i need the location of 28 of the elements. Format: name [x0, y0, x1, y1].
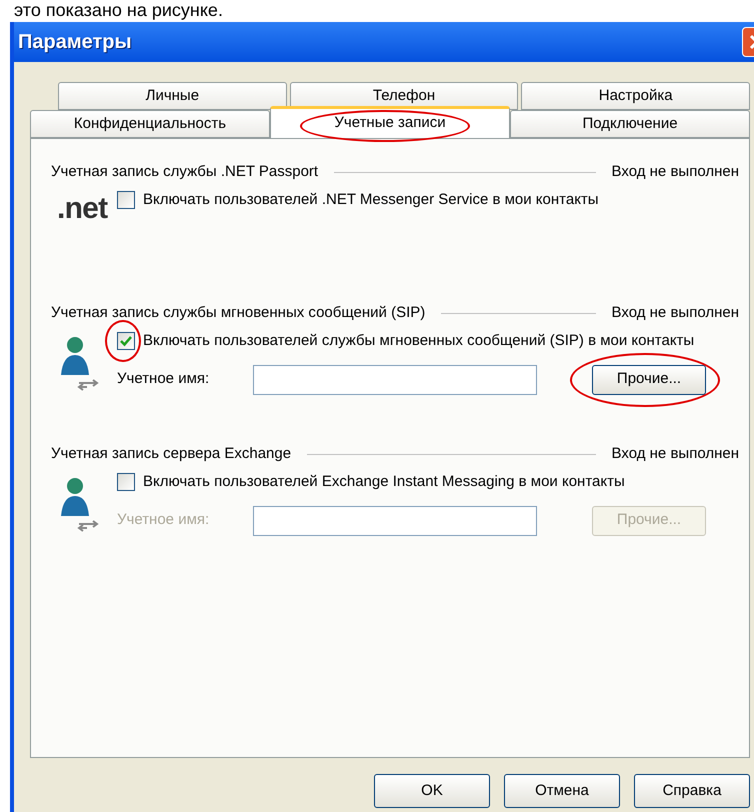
dialog-button[interactable]: Справка	[634, 774, 750, 808]
status-text: Вход не выполнен	[612, 303, 739, 323]
status-text: Вход не выполнен	[612, 162, 739, 182]
tab[interactable]: Конфиденциальность	[30, 110, 270, 138]
check-icon	[120, 334, 132, 346]
dialog-button[interactable]: Отмена	[504, 774, 620, 808]
section-title: Учетная запись службы .NET Passport	[51, 162, 318, 182]
checkbox[interactable]	[117, 190, 135, 208]
checkbox[interactable]	[117, 332, 135, 350]
section-title: Учетная запись службы мгновенных сообщений (SIP)	[51, 303, 426, 323]
status-text: Вход не выполнен	[612, 444, 739, 464]
checkbox-label: Включать пользователей .NET Messenger Service в мои контакты	[143, 190, 600, 210]
tab[interactable]: Подключение	[510, 110, 750, 138]
caption-text: это показано на рисунке.	[13, 0, 224, 22]
window-title: Параметры	[18, 30, 132, 55]
other-button[interactable]: Прочие...	[592, 364, 706, 394]
checkbox[interactable]	[117, 472, 135, 490]
tab[interactable]: Учетные записи	[270, 106, 510, 138]
checkbox-label: Включать пользователей службы мгновенных сообщений (SIP) в мои контакты	[143, 330, 696, 350]
net-logo: .net	[57, 192, 108, 224]
account-name-label: Учетное имя:	[117, 369, 210, 390]
account-name-field[interactable]	[253, 364, 537, 394]
account-name-label: Учетное имя:	[117, 510, 210, 530]
section-title: Учетная запись сервера Exchange	[51, 444, 292, 464]
tab[interactable]: Личные	[58, 82, 287, 110]
checkbox-label: Включать пользователей Exchange Instant Messaging в мои контакты	[143, 472, 626, 492]
dialog-button[interactable]: OK	[374, 774, 490, 808]
tab[interactable]: Настройка	[521, 82, 750, 110]
